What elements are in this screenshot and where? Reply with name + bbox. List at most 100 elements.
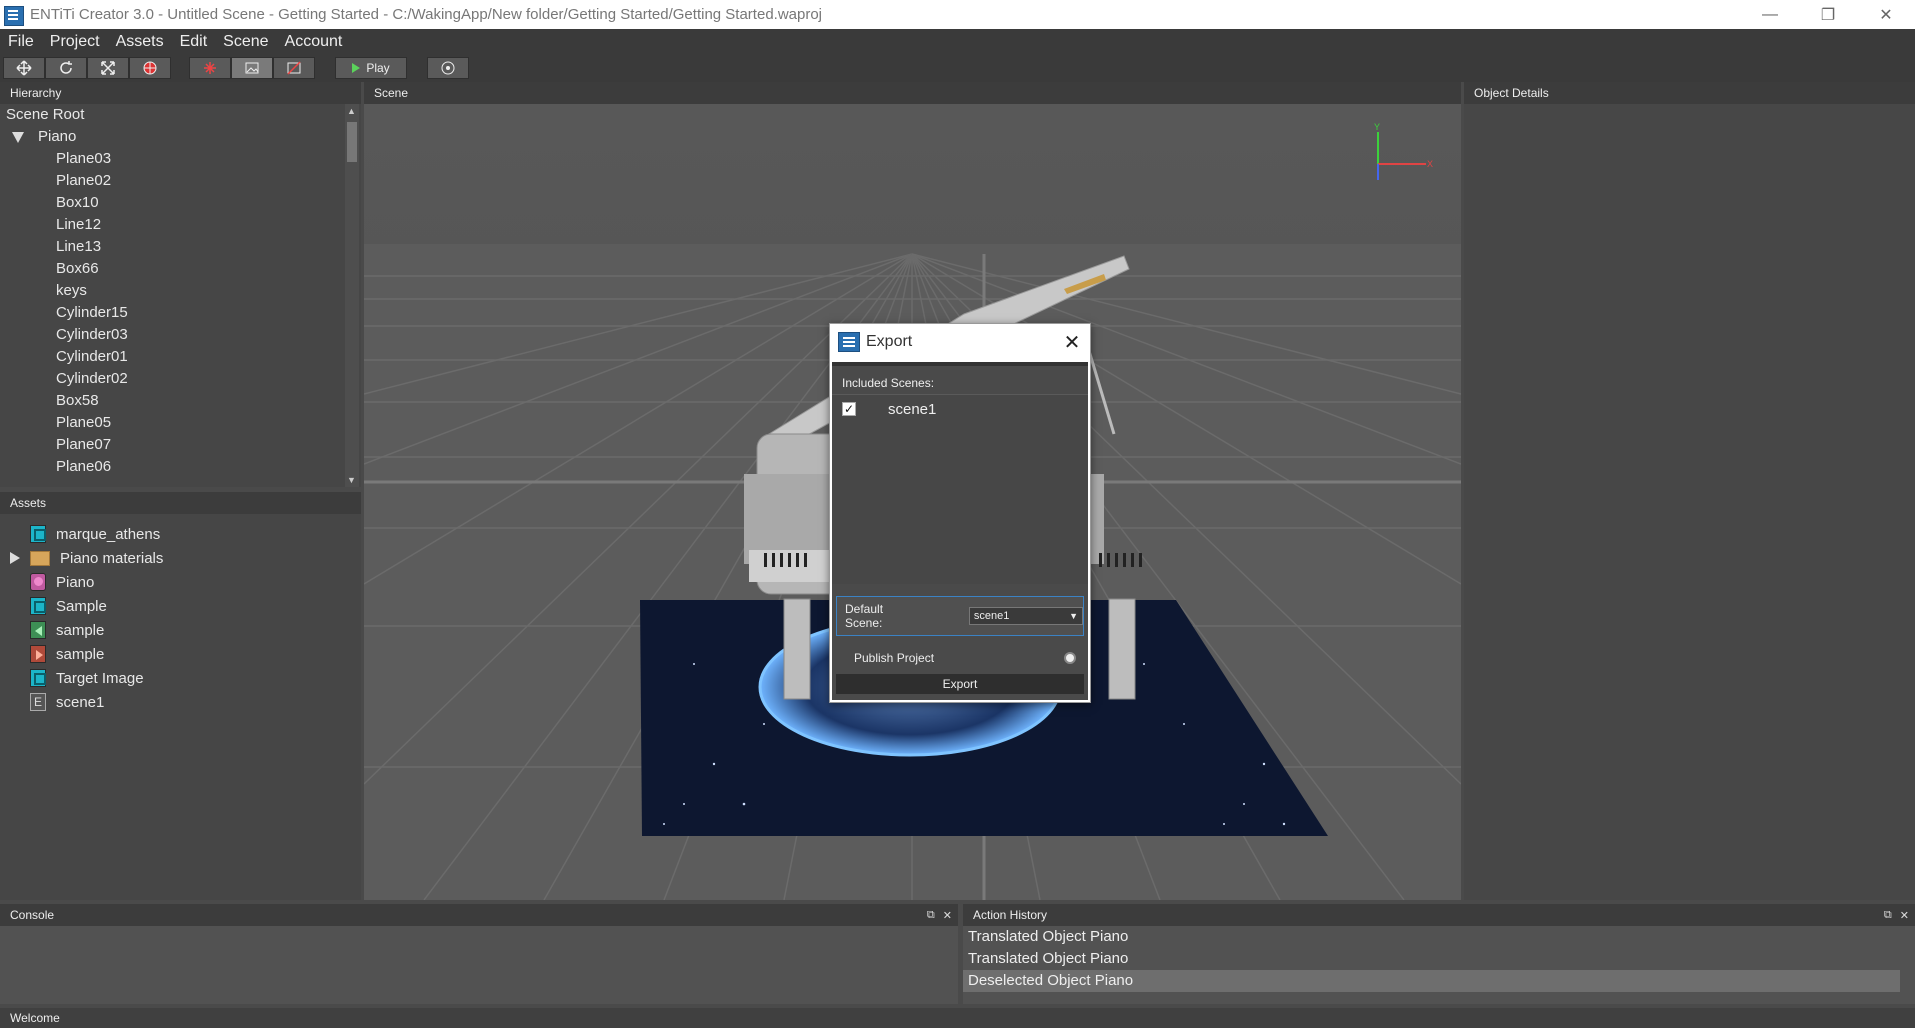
scroll-up-icon[interactable]: ▲ <box>347 106 356 116</box>
play-button[interactable]: Play <box>335 57 407 79</box>
object-details-panel: Object Details <box>1464 82 1915 900</box>
scene-row[interactable]: ✓ scene1 <box>832 395 1088 423</box>
move-icon <box>16 60 32 76</box>
expand-arrow-icon[interactable] <box>12 131 24 143</box>
app-logo-icon <box>838 332 860 352</box>
tree-item[interactable]: Box10 <box>0 192 345 214</box>
assets-panel: Assets marque_athens Piano materials Pia… <box>0 492 361 900</box>
rotate-icon <box>60 61 72 74</box>
default-scene-value: scene1 <box>973 610 1010 622</box>
history-item[interactable]: Translated Object Piano <box>963 926 1900 948</box>
asset-item[interactable]: E scene1 <box>0 690 361 714</box>
scene-checkbox[interactable]: ✓ <box>842 402 856 416</box>
undock-icon[interactable]: ⧉ <box>1884 909 1892 922</box>
asset-item[interactable]: marque_athens <box>0 522 361 546</box>
console-output <box>0 926 958 1004</box>
close-window-button[interactable]: ✕ <box>1857 0 1915 29</box>
tree-item-piano[interactable]: Piano <box>0 126 345 148</box>
tree-item[interactable]: Cylinder03 <box>0 324 345 346</box>
texture-icon <box>30 597 46 615</box>
dialog-body: Included Scenes: ✓ scene1 Default Scene:… <box>832 362 1088 700</box>
publish-project-radio[interactable] <box>1064 652 1076 664</box>
tree-item[interactable]: Box58 <box>0 390 345 412</box>
menu-scene[interactable]: Scene <box>215 33 276 51</box>
asset-item[interactable]: Sample <box>0 594 361 618</box>
menu-edit[interactable]: Edit <box>172 33 216 51</box>
tree-item[interactable]: Plane03 <box>0 148 345 170</box>
console-panel: Console ⧉ ✕ <box>0 904 958 1004</box>
dialog-title: Export <box>866 333 913 350</box>
tree-item[interactable]: Plane07 <box>0 434 345 456</box>
play-label: Play <box>366 61 390 75</box>
svg-text:X: X <box>1427 159 1433 169</box>
action-history-header: Action History <box>963 904 1915 926</box>
scroll-down-icon[interactable]: ▼ <box>347 475 356 485</box>
tree-item[interactable]: Line12 <box>0 214 345 236</box>
hierarchy-scrollbar[interactable]: ▲ ▼ <box>345 104 359 487</box>
menu-assets[interactable]: Assets <box>108 33 172 51</box>
tree-item[interactable]: Plane06 <box>0 456 345 478</box>
asset-item[interactable]: sample <box>0 618 361 642</box>
folder-icon <box>30 550 50 566</box>
tree-item[interactable]: Box66 <box>0 258 345 280</box>
menu-project[interactable]: Project <box>42 33 108 51</box>
tree-item[interactable]: Cylinder01 <box>0 346 345 368</box>
snap-button[interactable] <box>189 57 231 79</box>
default-scene-row: Default Scene: scene1 ▼ <box>836 596 1084 636</box>
menu-file[interactable]: File <box>0 33 42 51</box>
history-item-selected[interactable]: Deselected Object Piano <box>963 970 1900 992</box>
asset-list: marque_athens Piano materials Piano Samp… <box>0 514 361 714</box>
menu-account[interactable]: Account <box>277 33 351 51</box>
tree-item-scene-root[interactable]: Scene Root <box>0 104 345 126</box>
rotate-tool-button[interactable] <box>45 57 87 79</box>
global-tool-button[interactable] <box>129 57 171 79</box>
hide-target-button[interactable] <box>273 57 315 79</box>
scale-tool-button[interactable] <box>87 57 129 79</box>
svg-text:Y: Y <box>1374 122 1380 132</box>
close-icon[interactable]: ✕ <box>943 909 952 922</box>
console-header: Console <box>0 904 958 926</box>
tree-item[interactable]: Cylinder15 <box>0 302 345 324</box>
minimize-button[interactable]: — <box>1741 0 1799 29</box>
asset-label: scene1 <box>56 693 105 711</box>
image-target-button[interactable] <box>231 57 273 79</box>
play-icon <box>352 63 361 73</box>
export-dialog: Export ✕ Included Scenes: ✓ scene1 Defau… <box>829 323 1091 703</box>
history-list: Translated Object Piano Translated Objec… <box>963 926 1915 1004</box>
move-tool-button[interactable] <box>3 57 45 79</box>
audio-icon <box>30 621 46 639</box>
scale-icon <box>101 61 115 75</box>
history-item[interactable]: Translated Object Piano <box>963 948 1900 970</box>
window-title: ENTiTi Creator 3.0 - Untitled Scene - Ge… <box>30 6 823 23</box>
asset-item[interactable]: sample <box>0 642 361 666</box>
scroll-thumb[interactable] <box>347 122 357 162</box>
scene-header: Scene <box>364 82 1461 104</box>
expand-arrow-icon[interactable] <box>10 552 20 564</box>
tree-item[interactable]: Plane05 <box>0 412 345 434</box>
maximize-button[interactable]: ❐ <box>1799 0 1857 29</box>
title-bar: ENTiTi Creator 3.0 - Untitled Scene - Ge… <box>0 0 1915 29</box>
tree-item-label: Piano <box>38 128 77 145</box>
tree-item[interactable]: keys <box>0 280 345 302</box>
model-icon <box>30 573 46 591</box>
tree-item[interactable]: Line13 <box>0 236 345 258</box>
undock-icon[interactable]: ⧉ <box>927 909 935 922</box>
asset-item[interactable]: Piano materials <box>0 546 361 570</box>
asset-label: sample <box>56 645 105 663</box>
dialog-close-button[interactable]: ✕ <box>1054 330 1090 355</box>
asset-label: Target Image <box>56 669 144 687</box>
image-icon <box>245 62 259 74</box>
texture-icon <box>30 525 46 543</box>
assets-header: Assets <box>0 492 361 514</box>
target-button[interactable] <box>427 57 469 79</box>
menu-bar: File Project Assets Edit Scene Account <box>0 29 1915 54</box>
asset-item[interactable]: Piano <box>0 570 361 594</box>
asset-item[interactable]: Target Image <box>0 666 361 690</box>
tree-item[interactable]: Plane02 <box>0 170 345 192</box>
included-scenes-list: ✓ scene1 <box>832 394 1088 584</box>
texture-icon <box>30 669 46 687</box>
export-button[interactable]: Export <box>836 674 1084 694</box>
close-icon[interactable]: ✕ <box>1900 909 1909 922</box>
tree-item[interactable]: Cylinder02 <box>0 368 345 390</box>
default-scene-select[interactable]: scene1 ▼ <box>968 607 1083 625</box>
